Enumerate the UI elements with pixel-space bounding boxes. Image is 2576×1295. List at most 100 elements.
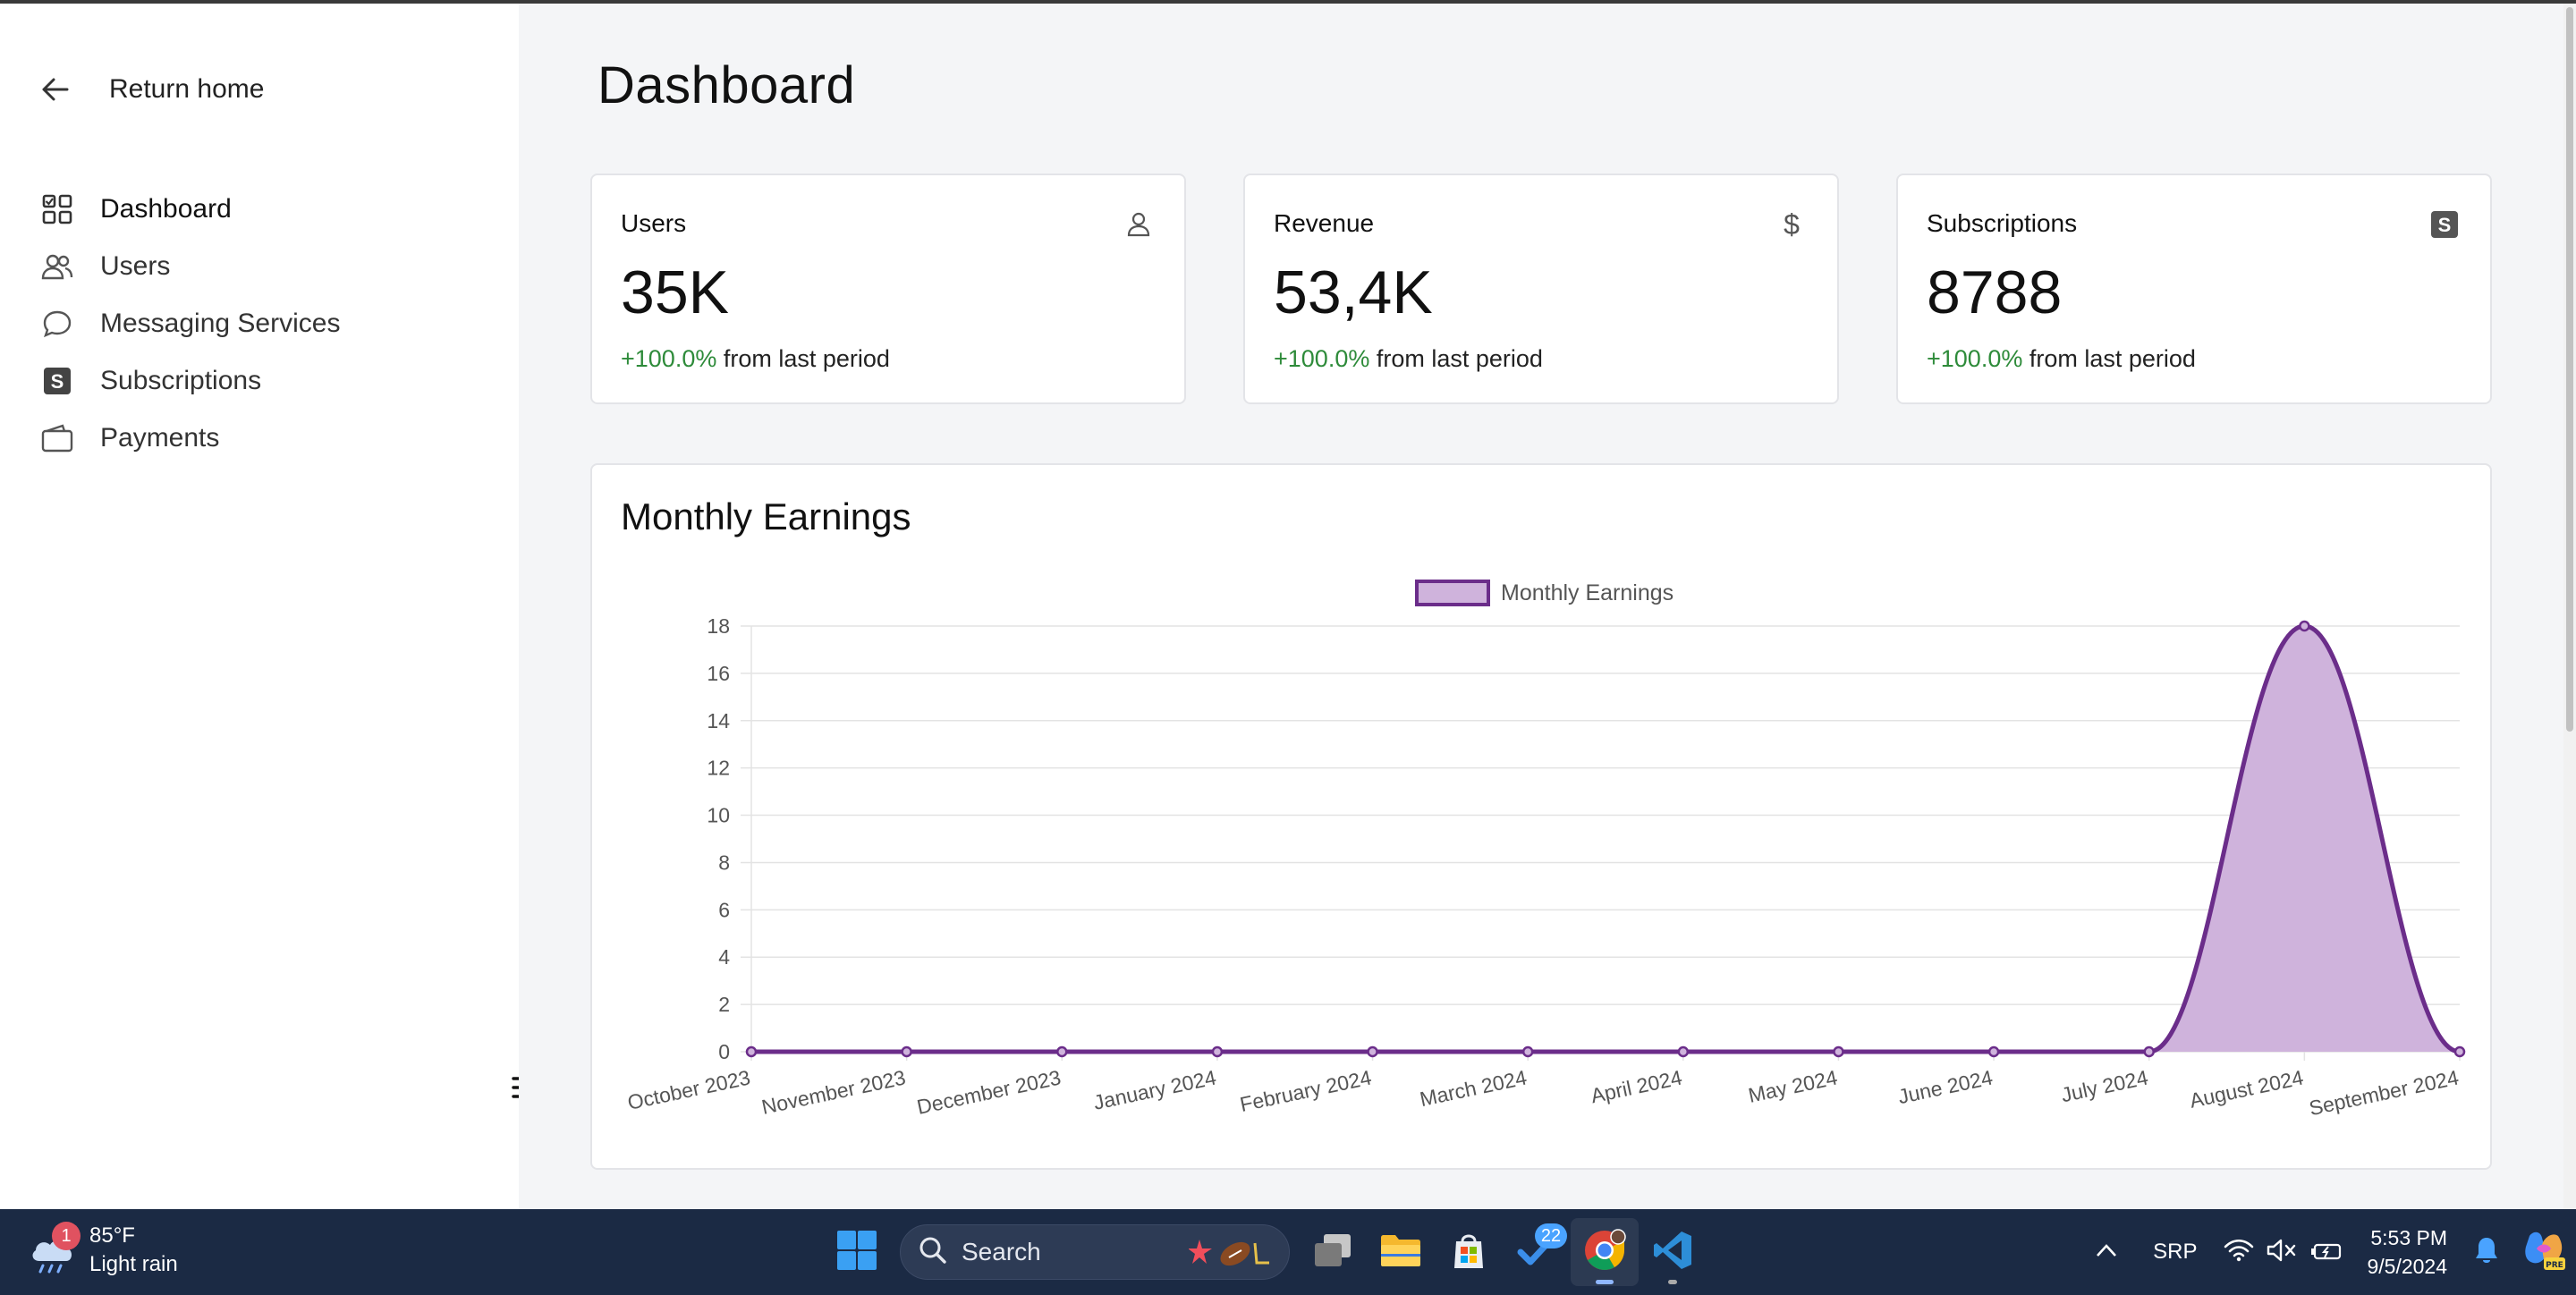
stat-change-suffix: from last period — [716, 345, 890, 372]
sidebar: Return home Dashboard Users Messaging Se… — [0, 4, 519, 1209]
weather-temperature: 85°F — [89, 1223, 135, 1248]
task-view-icon — [1313, 1232, 1352, 1273]
clock[interactable]: 5:53 PM 9/5/2024 — [2367, 1209, 2447, 1295]
input-language-button[interactable]: SRP — [2153, 1209, 2197, 1295]
subscriptions-s-icon: S — [2429, 209, 2460, 240]
volume-status[interactable] — [2259, 1209, 2304, 1295]
store-icon — [1449, 1231, 1488, 1274]
todo-app-button[interactable]: 22 — [1503, 1218, 1571, 1286]
data-point — [1677, 1045, 1690, 1058]
todo-count-badge: 22 — [1535, 1223, 1567, 1248]
x-tick-label: February 2024 — [1238, 1065, 1374, 1116]
wifi-status[interactable] — [2218, 1209, 2259, 1295]
weather-widget[interactable]: 1 85°F Light rain — [27, 1222, 178, 1279]
stat-value: 35K — [621, 258, 729, 326]
x-tick-label: July 2024 — [2059, 1065, 2150, 1106]
stat-title: Subscriptions — [1927, 209, 2078, 237]
chrome-button[interactable] — [1571, 1218, 1639, 1286]
data-point — [1367, 1045, 1378, 1058]
dashboard-grid-icon — [39, 191, 75, 227]
data-point — [1521, 1045, 1534, 1058]
active-app-indicator — [1596, 1280, 1614, 1284]
main-content: Dashboard Users 35K +100.0% from last pe… — [519, 4, 2567, 1209]
bell-icon — [2474, 1236, 2499, 1269]
y-tick-label: 2 — [718, 993, 730, 1016]
data-point — [2453, 1045, 2466, 1058]
y-tick-label: 16 — [707, 662, 730, 685]
stat-title: Revenue — [1274, 209, 1375, 237]
data-point — [1987, 1045, 2000, 1058]
file-explorer-button[interactable] — [1367, 1218, 1435, 1286]
x-tick-label: October 2023 — [625, 1065, 752, 1113]
chat-bubble-icon — [39, 306, 75, 342]
stat-card-users: Users 35K +100.0% from last period — [590, 174, 1186, 404]
y-tick-label: 12 — [707, 757, 730, 780]
y-tick-label: 4 — [718, 945, 730, 969]
x-tick-label: December 2023 — [915, 1065, 1063, 1118]
scrollbar-thumb[interactable] — [2566, 7, 2573, 732]
stat-change: +100.0% from last period — [1927, 345, 2196, 373]
svg-text:S: S — [51, 370, 64, 393]
taskbar-search[interactable]: Search — [900, 1224, 1290, 1280]
x-tick-label: June 2024 — [1896, 1065, 1996, 1108]
svg-text:$: $ — [1784, 210, 1800, 239]
x-tick-label: November 2023 — [759, 1065, 907, 1118]
vscode-button[interactable] — [1639, 1218, 1707, 1286]
stat-card-subscriptions: Subscriptions S 8788 +100.0% from last p… — [1896, 174, 2492, 404]
sidebar-item-subscriptions[interactable]: S Subscriptions — [39, 352, 487, 410]
data-point — [901, 1045, 912, 1058]
microsoft-store-button[interactable] — [1435, 1218, 1503, 1286]
users-icon — [39, 249, 75, 284]
x-tick-label: April 2024 — [1589, 1065, 1684, 1107]
y-tick-label: 14 — [707, 709, 730, 732]
x-tick-label: August 2024 — [2188, 1065, 2306, 1112]
battery-status[interactable] — [2304, 1209, 2349, 1295]
stat-change: +100.0% from last period — [1274, 345, 1543, 373]
sidebar-item-payments[interactable]: Payments — [39, 410, 487, 467]
legend-label: Monthly Earnings — [1501, 580, 1674, 605]
windows-logo-icon — [836, 1230, 877, 1275]
copilot-button[interactable]: PRE — [2512, 1209, 2576, 1295]
data-point — [2143, 1045, 2155, 1058]
data-point — [1833, 1045, 1844, 1058]
user-icon — [1123, 209, 1154, 240]
return-home-link[interactable]: Return home — [39, 73, 264, 106]
svg-text:PRE: PRE — [2546, 1261, 2563, 1270]
page-scrollbar[interactable] — [2563, 4, 2576, 1209]
stat-change: +100.0% from last period — [621, 345, 890, 373]
data-point — [1056, 1045, 1068, 1058]
sidebar-item-users[interactable]: Users — [39, 238, 487, 295]
search-label: Search — [962, 1238, 1041, 1265]
sidebar-item-messaging-services[interactable]: Messaging Services — [39, 295, 487, 352]
monthly-earnings-card: Monthly Earnings 0 2 4 6 8 10 12 14 16 18 October … — [590, 463, 2492, 1170]
wifi-icon — [2224, 1239, 2254, 1266]
page-title: Dashboard — [597, 56, 856, 114]
speaker-muted-icon — [2267, 1238, 2297, 1267]
chrome-icon — [1582, 1228, 1627, 1277]
y-tick-label: 8 — [718, 851, 730, 874]
stat-value: 53,4K — [1274, 258, 1433, 326]
sidebar-item-label: Dashboard — [100, 194, 232, 224]
clock-date: 9/5/2024 — [2367, 1255, 2447, 1278]
stat-value: 8788 — [1927, 258, 2063, 326]
x-tick-label: January 2024 — [1091, 1065, 1218, 1113]
y-tick-label: 10 — [707, 804, 730, 827]
stat-change-percent: +100.0% — [1927, 345, 2023, 372]
stat-card-revenue: Revenue $ 53,4K +100.0% from last period — [1243, 174, 1839, 404]
sidebar-nav: Dashboard Users Messaging Services S Sub… — [39, 181, 487, 467]
sidebar-item-label: Users — [100, 251, 171, 281]
notifications-button[interactable] — [2462, 1209, 2512, 1295]
sidebar-item-label: Subscriptions — [100, 366, 262, 395]
rain-cloud-icon: 1 — [27, 1222, 80, 1275]
arrow-left-icon — [39, 73, 72, 106]
sidebar-item-dashboard[interactable]: Dashboard — [39, 181, 487, 238]
show-hidden-icons-button[interactable] — [2081, 1209, 2131, 1295]
taskbar: 1 85°F Light rain Search 22 SRP 5:53 PM … — [0, 1209, 2576, 1295]
start-button[interactable] — [823, 1218, 891, 1286]
sidebar-item-label: Payments — [100, 423, 220, 453]
data-point — [1211, 1045, 1224, 1058]
task-view-button[interactable] — [1299, 1218, 1367, 1286]
data-point — [745, 1045, 758, 1058]
series-area — [751, 626, 2460, 1052]
x-tick-label: September 2024 — [2307, 1065, 2461, 1120]
